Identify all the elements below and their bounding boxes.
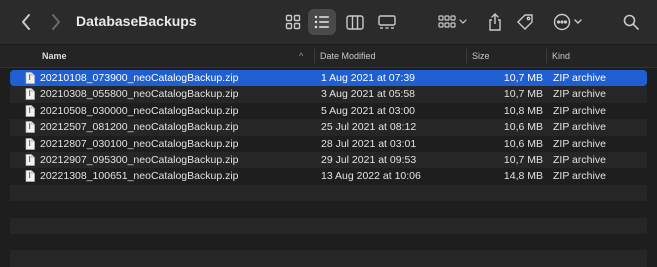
ellipsis-circle-icon[interactable] — [550, 9, 588, 35]
share-icon[interactable] — [482, 9, 508, 35]
sort-ascending-icon[interactable]: ^ — [299, 45, 303, 67]
empty-row — [10, 184, 647, 202]
column-header-size[interactable]: Size — [472, 45, 490, 67]
empty-row — [10, 201, 647, 217]
file-row[interactable]: 20210508_030000_neoCatalogBackup.zip 5 A… — [10, 103, 647, 119]
file-kind: ZIP archive — [553, 137, 606, 150]
zip-file-icon — [25, 170, 35, 187]
gallery-view-icon[interactable] — [374, 9, 400, 35]
file-size: 10,7 MB — [503, 153, 543, 166]
search-icon[interactable] — [618, 9, 644, 35]
column-divider[interactable] — [314, 49, 315, 63]
file-size: 10,7 MB — [503, 72, 543, 84]
file-date-modified: 28 Jul 2021 at 03:01 — [321, 137, 417, 150]
file-name: 20212807_030100_neoCatalogBackup.zip — [40, 137, 239, 150]
column-header-name[interactable]: Name — [42, 45, 67, 67]
file-size: 14,8 MB — [503, 170, 543, 183]
file-name: 20210308_055800_neoCatalogBackup.zip — [40, 88, 239, 101]
file-date-modified: 3 Aug 2021 at 05:58 — [321, 88, 416, 101]
file-name: 20210508_030000_neoCatalogBackup.zip — [40, 104, 239, 117]
file-size: 10,6 MB — [503, 121, 543, 134]
group-by-icon[interactable] — [436, 9, 470, 35]
empty-row — [10, 217, 647, 234]
file-kind: ZIP archive — [553, 170, 606, 183]
file-date-modified: 13 Aug 2022 at 10:06 — [321, 170, 421, 183]
file-name: 20212507_081200_neoCatalogBackup.zip — [40, 121, 239, 134]
file-row[interactable]: 20212907_095300_neoCatalogBackup.zip 29 … — [10, 151, 647, 169]
file-date-modified: 5 Aug 2021 at 03:00 — [321, 104, 416, 117]
file-name: 20212907_095300_neoCatalogBackup.zip — [40, 153, 239, 166]
file-name: 20210108_073900_neoCatalogBackup.zip — [40, 72, 239, 84]
icon-view-icon[interactable] — [280, 9, 306, 35]
file-date-modified: 25 Jul 2021 at 08:12 — [321, 121, 417, 134]
toolbar: DatabaseBackups — [0, 0, 657, 45]
file-row[interactable]: 20210308_055800_neoCatalogBackup.zip 3 A… — [10, 86, 647, 103]
column-divider[interactable] — [546, 49, 547, 63]
file-row[interactable]: 20212807_030100_neoCatalogBackup.zip 28 … — [10, 136, 647, 152]
column-header-date-modified[interactable]: Date Modified — [320, 45, 376, 67]
file-kind: ZIP archive — [553, 153, 606, 166]
column-header-bar: Name ^ Date Modified Size Kind — [0, 45, 657, 68]
file-kind: ZIP archive — [553, 72, 606, 84]
file-size: 10,7 MB — [503, 88, 543, 101]
file-row[interactable]: 20221308_100651_neoCatalogBackup.zip 13 … — [10, 168, 647, 184]
file-row[interactable]: 20212507_081200_neoCatalogBackup.zip 25 … — [10, 119, 647, 136]
file-date-modified: 29 Jul 2021 at 09:53 — [321, 153, 417, 166]
list-view-icon[interactable] — [308, 9, 336, 35]
file-list: 20210108_073900_neoCatalogBackup.zip 1 A… — [10, 70, 647, 267]
column-view-icon[interactable] — [342, 9, 368, 35]
column-header-kind[interactable]: Kind — [552, 45, 570, 67]
tag-icon[interactable] — [512, 9, 538, 35]
chevron-right-icon[interactable] — [44, 10, 68, 34]
chevron-left-icon[interactable] — [14, 10, 38, 34]
empty-row — [10, 250, 647, 267]
column-divider[interactable] — [466, 49, 467, 63]
file-date-modified: 1 Aug 2021 at 07:39 — [321, 72, 416, 84]
window-title: DatabaseBackups — [76, 13, 197, 29]
file-kind: ZIP archive — [553, 104, 606, 117]
file-kind: ZIP archive — [553, 88, 606, 101]
file-size: 10,8 MB — [503, 104, 543, 117]
file-size: 10,6 MB — [503, 137, 543, 150]
empty-row — [10, 234, 647, 250]
file-name: 20221308_100651_neoCatalogBackup.zip — [40, 170, 239, 183]
file-row[interactable]: 20210108_073900_neoCatalogBackup.zip 1 A… — [10, 70, 647, 87]
file-kind: ZIP archive — [553, 121, 606, 134]
